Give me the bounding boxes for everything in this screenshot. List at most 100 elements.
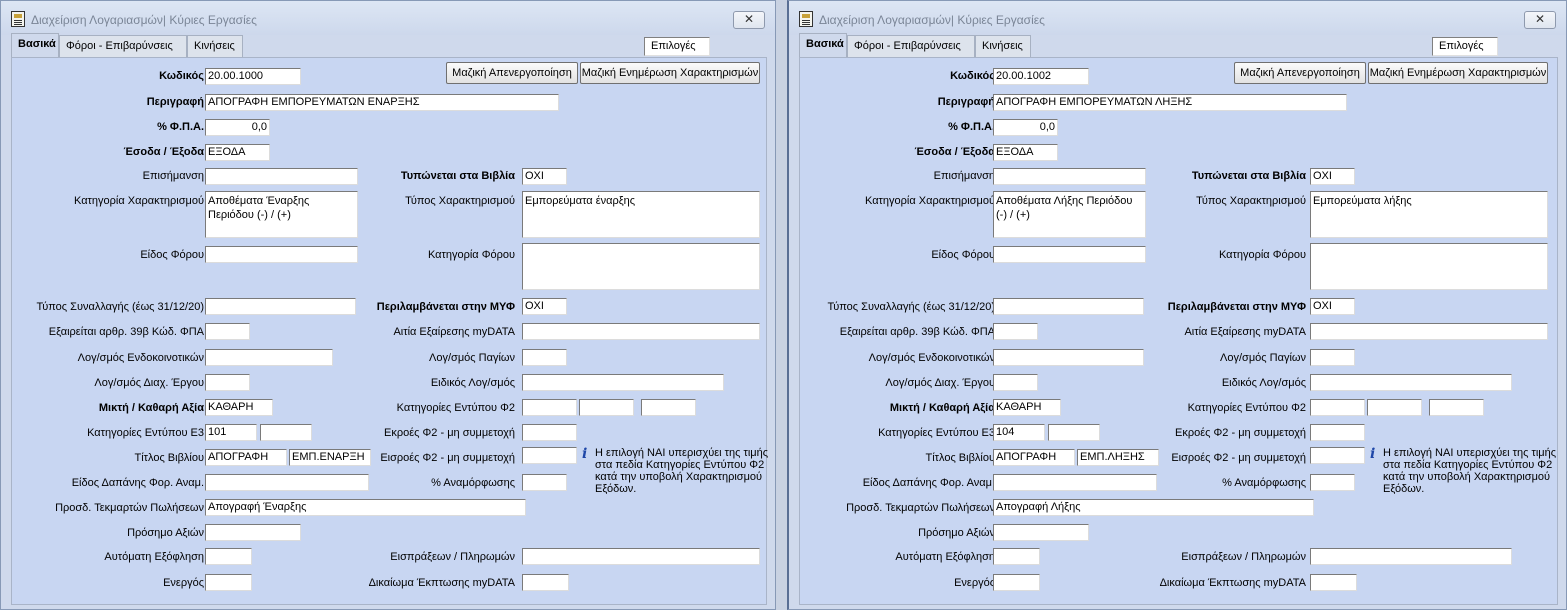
book-title-field-1[interactable]: ΑΠΟΓΡΑΦΗ: [205, 449, 287, 466]
gross-net-field[interactable]: ΚΑΘΑΡΗ: [205, 399, 273, 416]
project-mgmt-field[interactable]: [993, 374, 1038, 391]
active-field[interactable]: [205, 574, 252, 591]
close-button[interactable]: ✕: [1524, 11, 1556, 29]
receipts-payments-field[interactable]: [1310, 548, 1512, 565]
close-button[interactable]: ✕: [733, 11, 765, 29]
reval-pct-field[interactable]: [1310, 474, 1355, 491]
vat-field[interactable]: 0,0: [205, 119, 270, 136]
exempt-reason-label: Αιτία Εξαίρεσης myDATA: [393, 326, 515, 338]
deduction-right-field[interactable]: [522, 574, 569, 591]
expense-type-tax-field[interactable]: [993, 474, 1157, 491]
tab-basic[interactable]: Βασικά: [799, 33, 847, 57]
mass-update-button[interactable]: Μαζική Ενημέρωση Χαρακτηρισμών: [1368, 62, 1548, 84]
tab-transactions[interactable]: Κινήσεις: [975, 35, 1031, 57]
tab-transactions[interactable]: Κινήσεις: [187, 35, 243, 57]
category-char-field[interactable]: Αποθέματα Έναρξης Περιόδου (-) / (+): [205, 191, 358, 238]
value-sign-field[interactable]: [205, 524, 301, 541]
code-field[interactable]: 20.00.1002: [993, 68, 1089, 85]
mass-deactivate-button[interactable]: Μαζική Απενεργοποίηση: [1234, 62, 1366, 84]
intra-community-field[interactable]: [993, 349, 1144, 366]
book-title-field-2[interactable]: ΕΜΠ.ΕΝΑΡΞΗ: [289, 449, 371, 466]
auto-settlement-field[interactable]: [205, 548, 252, 565]
expense-type-tax-label: Είδος Δαπάνης Φορ. Αναμ.: [862, 477, 995, 489]
value-sign-field[interactable]: [993, 524, 1089, 541]
choices-button[interactable]: Επιλογές: [1432, 37, 1498, 56]
receipts-payments-field[interactable]: [522, 548, 760, 565]
tax-category-field[interactable]: [522, 243, 760, 290]
account-window-2: Διαχείριση Λογαριασμών| Κύριες Εργασίες …: [787, 0, 1567, 610]
app-icon: [11, 11, 25, 27]
fixed-assets-field[interactable]: [1310, 349, 1355, 366]
included-myf-field[interactable]: ΟΧΙ: [522, 298, 567, 315]
type-char-field[interactable]: Εμπορεύματα λήξης: [1310, 191, 1548, 238]
mass-update-button[interactable]: Μαζική Ενημέρωση Χαρακτηρισμών: [580, 62, 760, 84]
transaction-type-field[interactable]: [993, 298, 1144, 315]
code-field[interactable]: 20.00.1000: [205, 68, 301, 85]
e3-category-field-2[interactable]: [260, 424, 312, 441]
expense-type-tax-field[interactable]: [205, 474, 369, 491]
f2-outflows-field[interactable]: [1310, 424, 1365, 441]
f2-inflows-field[interactable]: [522, 447, 577, 464]
income-expense-field[interactable]: ΕΞΟΔΑ: [205, 144, 270, 161]
mass-deactivate-button[interactable]: Μαζική Απενεργοποίηση: [446, 62, 578, 84]
description-label: Περιγραφή: [146, 96, 204, 108]
sales-presumption-field[interactable]: Απογραφή Λήξης: [993, 499, 1314, 516]
tax-kind-field[interactable]: [205, 246, 358, 263]
book-title-field-2[interactable]: ΕΜΠ.ΛΗΞΗΣ: [1077, 449, 1159, 466]
category-char-field[interactable]: Αποθέματα Λήξης Περιόδου (-) / (+): [993, 191, 1146, 238]
description-field[interactable]: ΑΠΟΓΡΑΦΗ ΕΜΠΟΡΕΥΜΑΤΩΝ ΛΗΞΗΣ: [993, 94, 1347, 111]
sales-presumption-field[interactable]: Απογραφή Έναρξης: [205, 499, 526, 516]
fixed-assets-field[interactable]: [522, 349, 567, 366]
deduction-right-field[interactable]: [1310, 574, 1357, 591]
tax-category-field[interactable]: [1310, 243, 1548, 290]
type-char-field[interactable]: Εμπορεύματα έναρξης: [522, 191, 760, 238]
f2-outflows-label: Εκροές Φ2 - μη συμμετοχή: [384, 427, 515, 439]
book-title-field-1[interactable]: ΑΠΟΓΡΑΦΗ: [993, 449, 1075, 466]
included-myf-label: Περιλαμβάνεται στην ΜΥΦ: [376, 301, 515, 313]
tab-taxes[interactable]: Φόροι - Επιβαρύνσεις: [847, 35, 975, 57]
f2-outflows-field[interactable]: [522, 424, 577, 441]
choices-button[interactable]: Επιλογές: [644, 37, 710, 56]
intra-community-field[interactable]: [205, 349, 333, 366]
description-field[interactable]: ΑΠΟΓΡΑΦΗ ΕΜΠΟΡΕΥΜΑΤΩΝ ΕΝΑΡΞΗΣ: [205, 94, 559, 111]
special-acc-field[interactable]: [522, 374, 724, 391]
exempt-39b-field[interactable]: [205, 323, 250, 340]
included-myf-field[interactable]: ΟΧΙ: [1310, 298, 1355, 315]
gross-net-field[interactable]: ΚΑΘΑΡΗ: [993, 399, 1061, 416]
exempt-reason-field[interactable]: [1310, 323, 1548, 340]
category-char-label: Κατηγορία Χαρακτηρισμού: [865, 195, 995, 207]
f2-category-field-1[interactable]: [1310, 399, 1365, 416]
notice-field[interactable]: [993, 168, 1146, 185]
active-field[interactable]: [993, 574, 1040, 591]
tax-kind-field[interactable]: [993, 246, 1146, 263]
f2-category-field-1[interactable]: [522, 399, 577, 416]
f2-inflows-field[interactable]: [1310, 447, 1365, 464]
transaction-type-field[interactable]: [205, 298, 356, 315]
e3-categories-label: Κατηγορίες Εντύπου Ε3: [87, 427, 204, 439]
f2-category-field-3[interactable]: [641, 399, 696, 416]
e3-category-field-2[interactable]: [1048, 424, 1100, 441]
title-bar[interactable]: Διαχείριση Λογαριασμών| Κύριες Εργασίες …: [1, 1, 775, 35]
f2-category-field-2[interactable]: [579, 399, 634, 416]
special-acc-field[interactable]: [1310, 374, 1512, 391]
tab-basic[interactable]: Βασικά: [11, 33, 59, 57]
f2-category-field-3[interactable]: [1429, 399, 1484, 416]
e3-category-field-1[interactable]: 104: [993, 424, 1045, 441]
info-icon: i: [1370, 446, 1376, 462]
tab-taxes[interactable]: Φόροι - Επιβαρύνσεις: [59, 35, 187, 57]
reval-pct-field[interactable]: [522, 474, 567, 491]
notice-field[interactable]: [205, 168, 358, 185]
project-mgmt-field[interactable]: [205, 374, 250, 391]
f2-category-field-2[interactable]: [1367, 399, 1422, 416]
exempt-39b-field[interactable]: [993, 323, 1038, 340]
income-expense-field[interactable]: ΕΞΟΔΑ: [993, 144, 1058, 161]
e3-category-field-1[interactable]: 101: [205, 424, 257, 441]
type-char-label: Τύπος Χαρακτηρισμού: [405, 195, 515, 207]
vat-field[interactable]: 0,0: [993, 119, 1058, 136]
title-bar[interactable]: Διαχείριση Λογαριασμών| Κύριες Εργασίες …: [789, 1, 1566, 35]
printed-books-field[interactable]: ΟΧΙ: [522, 168, 567, 185]
printed-books-field[interactable]: ΟΧΙ: [1310, 168, 1355, 185]
exempt-reason-field[interactable]: [522, 323, 760, 340]
auto-settlement-field[interactable]: [993, 548, 1040, 565]
f2-outflows-label: Εκροές Φ2 - μη συμμετοχή: [1175, 427, 1306, 439]
